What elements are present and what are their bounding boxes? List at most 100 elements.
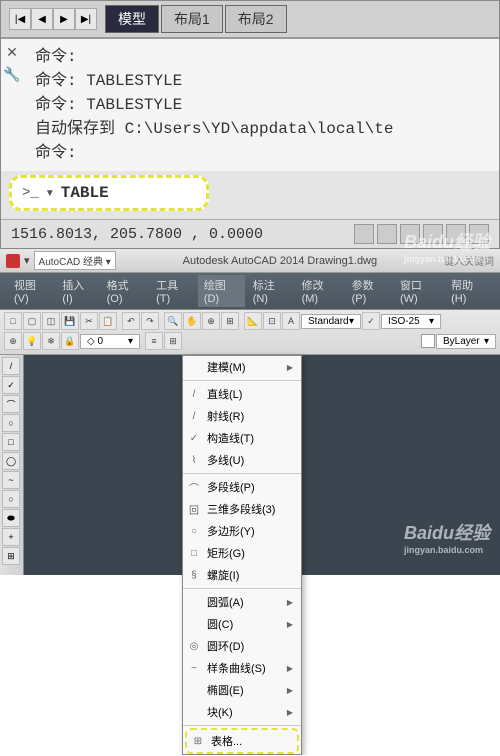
menu-view[interactable]: 视图(V) [8, 275, 54, 307]
tool-btn[interactable]: ❄ [42, 332, 60, 350]
menu-item-label: 圆(C) [207, 616, 233, 632]
chevron-down-icon[interactable]: ▼ [45, 188, 55, 199]
menu-item-icon: / [187, 387, 201, 401]
tool-btn[interactable]: ✓ [362, 312, 380, 330]
tool-btn[interactable]: ↷ [141, 312, 159, 330]
color-swatch[interactable] [421, 334, 435, 348]
menu-item[interactable]: 圆弧(A) ▶ [183, 591, 301, 613]
submenu-arrow-icon: ▶ [287, 598, 293, 607]
tab-model[interactable]: 模型 [105, 5, 159, 33]
menu-tools[interactable]: 工具(T) [150, 275, 196, 307]
menu-item[interactable]: ⌒多段线(P) [183, 476, 301, 498]
draw-tool[interactable]: ◯ [2, 452, 20, 470]
menu-item-icon [187, 683, 201, 697]
tab-first-button[interactable]: |◀ [9, 8, 31, 30]
status-toggle[interactable] [469, 224, 489, 244]
command-input-container[interactable]: >_ ▼ TABLE [9, 175, 209, 211]
command-input[interactable]: TABLE [61, 184, 109, 202]
submenu-arrow-icon: ▶ [287, 686, 293, 695]
tab-layout1[interactable]: 布局1 [161, 5, 223, 33]
tool-btn[interactable]: 📋 [99, 312, 117, 330]
tab-prev-button[interactable]: ◀ [31, 8, 53, 30]
menu-item[interactable]: ⌇多线(U) [183, 449, 301, 471]
menu-item-label: 块(K) [207, 704, 233, 720]
draw-tool[interactable]: ✓ [2, 376, 20, 394]
draw-tool[interactable]: ○ [2, 414, 20, 432]
menu-item[interactable]: ⊞表格... [185, 728, 299, 754]
tool-btn[interactable]: 💡 [23, 332, 41, 350]
tool-btn[interactable]: 💾 [61, 312, 79, 330]
menu-item-icon: ⌒ [187, 480, 201, 494]
tab-next-button[interactable]: ▶ [53, 8, 75, 30]
menu-item[interactable]: 块(K)▶ [183, 701, 301, 723]
status-toggle[interactable] [377, 224, 397, 244]
menu-draw[interactable]: 绘图(D) [198, 275, 245, 307]
cmd-prompt-icon: >_ [22, 185, 39, 201]
draw-tool[interactable]: ⌒ [2, 395, 20, 413]
menu-item-icon: ⊞ [191, 734, 205, 748]
window-title: Autodesk AutoCAD 2014 Drawing1.dwg [116, 255, 444, 267]
menu-format[interactable]: 格式(O) [101, 275, 148, 307]
menu-help[interactable]: 帮助(H) [445, 275, 492, 307]
wrench-icon[interactable]: 🔧 [3, 65, 21, 83]
tool-btn[interactable]: ⊕ [202, 312, 220, 330]
tool-btn[interactable]: ⊡ [263, 312, 281, 330]
tool-btn[interactable]: ✂ [80, 312, 98, 330]
close-icon[interactable]: ✕ [3, 43, 21, 61]
menu-item[interactable]: /射线(R) [183, 405, 301, 427]
menu-item[interactable]: 圆(C)▶ [183, 613, 301, 635]
tool-btn[interactable]: A [282, 312, 300, 330]
menu-item[interactable]: ✓构造线(T) [183, 427, 301, 449]
layer-dropdown[interactable]: ◇ 0▾ [80, 334, 140, 349]
menu-item[interactable]: 回三维多段线(3) [183, 498, 301, 520]
tool-btn[interactable]: ⊕ [4, 332, 22, 350]
workspace-selector[interactable]: AutoCAD 经典 ▾ [34, 251, 116, 270]
tool-btn[interactable]: ✋ [183, 312, 201, 330]
draw-tool[interactable]: ⬬ [2, 509, 20, 527]
tool-btn[interactable]: ⊞ [164, 332, 182, 350]
menu-item[interactable]: /直线(L) [183, 383, 301, 405]
menu-insert[interactable]: 插入(I) [56, 275, 98, 307]
tool-btn[interactable]: □ [4, 312, 22, 330]
menu-item-icon: ⌇ [187, 453, 201, 467]
tool-btn[interactable]: ◫ [42, 312, 60, 330]
status-toggle[interactable] [400, 224, 420, 244]
tab-layout2[interactable]: 布局2 [225, 5, 287, 33]
status-toggle[interactable] [446, 224, 466, 244]
draw-tool[interactable]: / [2, 357, 20, 375]
menu-item[interactable]: ~样条曲线(S)▶ [183, 657, 301, 679]
menu-item-label: 椭圆(E) [207, 682, 244, 698]
tool-btn[interactable]: ↶ [122, 312, 140, 330]
cmd-history-line: 命令: [35, 141, 489, 165]
draw-tool[interactable]: ○ [2, 490, 20, 508]
standard-style-dropdown[interactable]: Standard▾ [301, 314, 361, 329]
tool-btn[interactable]: 🔍 [164, 312, 182, 330]
tool-btn[interactable]: 📐 [244, 312, 262, 330]
menu-window[interactable]: 窗口(W) [394, 275, 443, 307]
menu-item[interactable]: ○多边形(Y) [183, 520, 301, 542]
menu-item[interactable]: 建模(M)▶ [183, 356, 301, 378]
tool-btn[interactable]: 🔒 [61, 332, 79, 350]
draw-tool[interactable]: □ [2, 433, 20, 451]
menu-item[interactable]: ◎圆环(D) [183, 635, 301, 657]
search-hint[interactable]: 键入关键词 [444, 253, 494, 268]
draw-tool[interactable]: + [2, 528, 20, 546]
iso-style-dropdown[interactable]: ISO-25▾ [381, 314, 441, 329]
tab-last-button[interactable]: ▶| [75, 8, 97, 30]
draw-tool[interactable]: ⊞ [2, 547, 20, 565]
bylayer-dropdown[interactable]: ByLayer▾ [436, 334, 496, 349]
tool-btn[interactable]: ▢ [23, 312, 41, 330]
menu-item[interactable]: 椭圆(E) ▶ [183, 679, 301, 701]
menu-item[interactable]: □矩形(G) [183, 542, 301, 564]
tool-btn[interactable]: ⊞ [221, 312, 239, 330]
menu-item[interactable]: §螺旋(I) [183, 564, 301, 586]
status-toggle[interactable] [423, 224, 443, 244]
menu-item-label: 圆弧(A) [207, 594, 244, 610]
menu-modify[interactable]: 修改(M) [296, 275, 344, 307]
menu-params[interactable]: 参数(P) [346, 275, 392, 307]
menu-dimension[interactable]: 标注(N) [247, 275, 294, 307]
cmd-history-line: 命令: TABLESTYLE [35, 93, 489, 117]
status-toggle[interactable] [354, 224, 374, 244]
draw-tool[interactable]: ~ [2, 471, 20, 489]
tool-btn[interactable]: ≡ [145, 332, 163, 350]
